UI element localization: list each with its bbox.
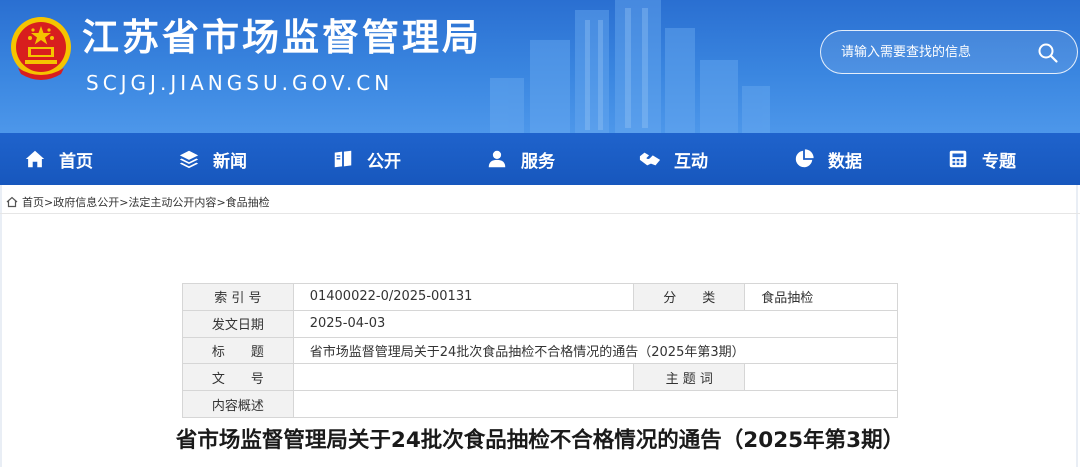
nav-label: 服务 [521, 151, 555, 172]
nav-label: 数据 [828, 151, 862, 172]
keywords-value [744, 363, 898, 392]
date-label: 发文日期 [182, 309, 294, 338]
breadcrumb-separator: > [216, 195, 226, 209]
category-value: 食品抽检 [744, 283, 898, 311]
search-icon[interactable] [1036, 41, 1060, 65]
index-value: 01400022-0/2025-00131 [292, 283, 635, 311]
site-title: 江苏省市场监督管理局 [82, 16, 482, 59]
nav-label: 专题 [982, 151, 1016, 172]
nav-item-topics[interactable]: 专题 [947, 133, 1016, 185]
site-header: 江苏省市场监督管理局 SCJGJ.JIANGSU.GOV.CN [0, 0, 1080, 133]
home-icon [25, 150, 45, 168]
breadcrumb-link-home[interactable]: 首页 [22, 194, 44, 210]
keywords-label: 主 题 词 [633, 363, 746, 392]
home-outline-icon [6, 196, 18, 208]
date-value: 2025-04-03 [292, 309, 899, 338]
site-domain: SCJGJ.JIANGSU.GOV.CN [86, 71, 394, 95]
doc-number-value [292, 363, 635, 392]
index-label: 索 引 号 [182, 283, 294, 311]
layers-icon [179, 150, 199, 169]
breadcrumb-separator: > [44, 195, 54, 209]
search-box [820, 30, 1078, 74]
summary-value [292, 390, 899, 418]
breadcrumb-link-statutory[interactable]: 法定主动公开内容 [128, 194, 216, 210]
main-navigation: 首页 新闻 公开 服务 互动 数据 专题 [0, 133, 1080, 185]
doc-number-label: 文 号 [182, 363, 294, 392]
content-border-right [1076, 185, 1078, 467]
table-row: 文 号 主 题 词 [182, 363, 898, 392]
content-border-left [0, 185, 2, 467]
breadcrumb-link-gov-info[interactable]: 政府信息公开 [53, 194, 119, 210]
pie-chart-icon [795, 149, 814, 168]
nav-item-open[interactable]: 公开 [332, 133, 401, 185]
breadcrumb-divider [0, 213, 1080, 214]
national-emblem-logo [11, 17, 71, 80]
document-metadata-table: 索 引 号 01400022-0/2025-00131 分 类 食品抽检 发文日… [182, 283, 899, 418]
search-input[interactable] [841, 41, 1021, 63]
table-row: 标 题 省市场监督管理局关于24批次食品抽检不合格情况的通告（2025年第3期） [182, 336, 899, 365]
summary-label: 内容概述 [182, 390, 294, 418]
handshake-icon [639, 152, 661, 166]
nav-item-service[interactable]: 服务 [486, 133, 555, 185]
nav-label: 互动 [674, 151, 708, 172]
title-label: 标 题 [182, 336, 294, 365]
open-book-icon [334, 150, 352, 168]
table-row: 索 引 号 01400022-0/2025-00131 分 类 食品抽检 [182, 283, 898, 311]
table-row: 内容概述 [182, 390, 899, 418]
nav-item-interaction[interactable]: 互动 [639, 133, 708, 185]
nav-label: 首页 [59, 151, 93, 172]
nav-item-home[interactable]: 首页 [24, 133, 93, 185]
nav-item-news[interactable]: 新闻 [178, 133, 247, 185]
nav-item-data[interactable]: 数据 [793, 133, 862, 185]
category-label: 分 类 [633, 283, 746, 311]
breadcrumb-link-food-inspection[interactable]: 食品抽检 [226, 194, 270, 210]
title-value: 省市场监督管理局关于24批次食品抽检不合格情况的通告（2025年第3期） [292, 336, 899, 365]
breadcrumb-separator: > [119, 195, 129, 209]
user-service-icon [488, 150, 506, 168]
article-title: 省市场监督管理局关于24批次食品抽检不合格情况的通告（2025年第3期） [175, 428, 905, 453]
nav-label: 新闻 [213, 151, 247, 172]
breadcrumb: 首页 > 政府信息公开 > 法定主动公开内容 > 食品抽检 [6, 194, 270, 210]
nav-label: 公开 [367, 151, 401, 172]
calculator-icon [949, 150, 967, 168]
table-row: 发文日期 2025-04-03 [182, 309, 899, 338]
